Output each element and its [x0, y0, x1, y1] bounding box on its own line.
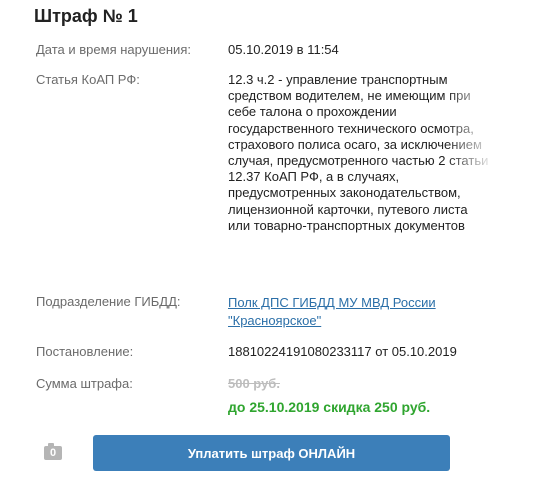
fine-card: Штраф № 1 Дата и время нарушения: 05.10.…	[0, 0, 542, 499]
article-label: Статья КоАП РФ:	[36, 72, 140, 87]
unit-link[interactable]: Полк ДПС ГИБДД МУ МВД России "Красноярск…	[228, 294, 490, 330]
resolution-value: 18810224191080233117 от 05.10.2019	[228, 344, 457, 359]
discount-text: до 25.10.2019 скидка 250 руб.	[228, 399, 431, 415]
amount-label: Сумма штрафа:	[36, 376, 133, 391]
camera-icon[interactable]: 0	[44, 443, 62, 460]
resolution-label: Постановление:	[36, 344, 134, 359]
unit-label: Подразделение ГИБДД:	[36, 294, 181, 309]
violation-datetime-label: Дата и время нарушения:	[36, 42, 191, 57]
violation-datetime-value: 05.10.2019 в 11:54	[228, 42, 339, 57]
old-amount: 500 руб.	[228, 376, 280, 391]
fine-title: Штраф № 1	[34, 6, 138, 26]
article-value: 12.3 ч.2 - управление транспортным средс…	[228, 72, 489, 233]
photo-count: 0	[49, 447, 57, 459]
pay-fine-online-button[interactable]: Уплатить штраф ОНЛАЙН	[93, 435, 450, 471]
